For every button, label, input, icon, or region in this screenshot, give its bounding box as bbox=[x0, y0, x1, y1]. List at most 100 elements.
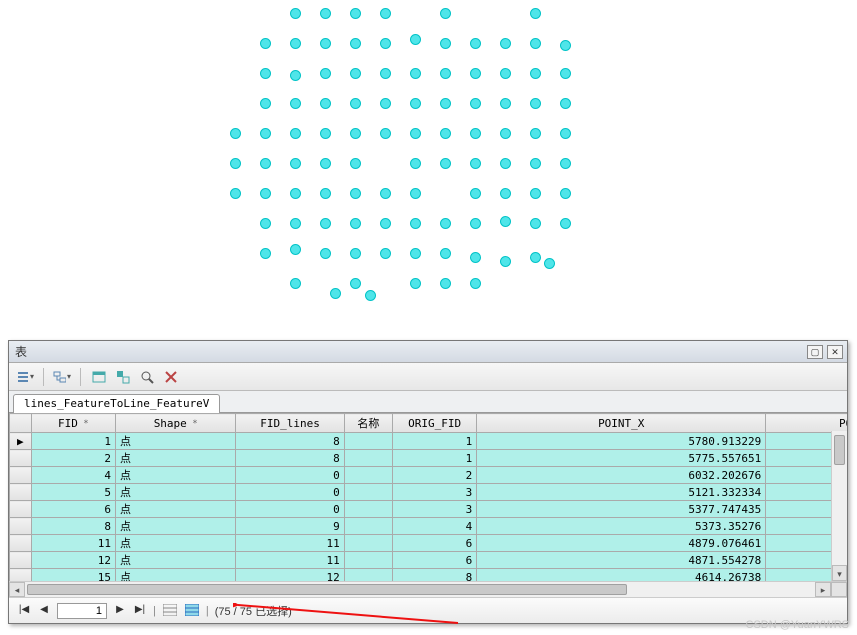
point-feature[interactable] bbox=[290, 8, 301, 19]
table-row[interactable]: 4点026032.20267647 bbox=[10, 467, 848, 484]
close-button[interactable]: ✕ bbox=[827, 345, 843, 359]
cell-fid[interactable]: 12 bbox=[31, 552, 115, 569]
point-feature[interactable] bbox=[260, 188, 271, 199]
point-feature[interactable] bbox=[530, 158, 541, 169]
point-feature[interactable] bbox=[530, 98, 541, 109]
point-feature[interactable] bbox=[350, 68, 361, 79]
point-feature[interactable] bbox=[530, 38, 541, 49]
point-feature[interactable] bbox=[350, 128, 361, 139]
cell-fid[interactable]: 15 bbox=[31, 569, 115, 582]
cell-orig_fid[interactable]: 8 bbox=[392, 569, 476, 582]
point-feature[interactable] bbox=[500, 128, 511, 139]
point-feature[interactable] bbox=[380, 248, 391, 259]
point-feature[interactable] bbox=[470, 38, 481, 49]
row-selector[interactable] bbox=[10, 467, 32, 484]
cell-fid_lines[interactable]: 12 bbox=[236, 569, 344, 582]
cell-orig_fid[interactable]: 2 bbox=[392, 467, 476, 484]
point-feature[interactable] bbox=[380, 68, 391, 79]
scroll-thumb[interactable] bbox=[27, 584, 627, 595]
point-feature[interactable] bbox=[320, 128, 331, 139]
column-header-fid[interactable]: FID * bbox=[31, 414, 115, 433]
point-feature[interactable] bbox=[470, 278, 481, 289]
point-feature[interactable] bbox=[350, 38, 361, 49]
point-feature[interactable] bbox=[560, 98, 571, 109]
point-feature[interactable] bbox=[230, 128, 241, 139]
cell-name[interactable] bbox=[344, 484, 392, 501]
point-feature[interactable] bbox=[350, 218, 361, 229]
point-feature[interactable] bbox=[500, 256, 511, 267]
cell-fid_lines[interactable]: 0 bbox=[236, 484, 344, 501]
point-feature[interactable] bbox=[350, 248, 361, 259]
point-feature[interactable] bbox=[290, 188, 301, 199]
column-header-name[interactable]: 名称 bbox=[344, 414, 392, 433]
point-feature[interactable] bbox=[290, 98, 301, 109]
select-by-attributes-icon[interactable] bbox=[89, 367, 109, 387]
point-feature[interactable] bbox=[530, 252, 541, 263]
point-feature[interactable] bbox=[440, 68, 451, 79]
column-header-point_y[interactable]: POINT_Y bbox=[766, 414, 847, 433]
point-feature[interactable] bbox=[470, 68, 481, 79]
point-feature[interactable] bbox=[260, 68, 271, 79]
cell-fid[interactable]: 2 bbox=[31, 450, 115, 467]
point-feature[interactable] bbox=[560, 68, 571, 79]
point-feature[interactable] bbox=[544, 258, 555, 269]
point-feature[interactable] bbox=[440, 38, 451, 49]
table-row[interactable]: 2点815775.55765146 bbox=[10, 450, 848, 467]
point-feature[interactable] bbox=[350, 158, 361, 169]
row-selector[interactable] bbox=[10, 552, 32, 569]
point-feature[interactable] bbox=[410, 34, 421, 45]
point-feature[interactable] bbox=[560, 218, 571, 229]
point-feature[interactable] bbox=[410, 278, 421, 289]
point-feature[interactable] bbox=[440, 158, 451, 169]
point-feature[interactable] bbox=[380, 98, 391, 109]
related-tables-icon[interactable] bbox=[52, 367, 72, 387]
point-feature[interactable] bbox=[470, 128, 481, 139]
point-feature[interactable] bbox=[500, 158, 511, 169]
cell-fid_lines[interactable]: 8 bbox=[236, 433, 344, 450]
cell-point_x[interactable]: 5377.747435 bbox=[477, 501, 766, 518]
point-feature[interactable] bbox=[410, 98, 421, 109]
point-feature[interactable] bbox=[260, 218, 271, 229]
column-header-fid_lines[interactable]: FID_lines bbox=[236, 414, 344, 433]
cell-fid_lines[interactable]: 9 bbox=[236, 518, 344, 535]
cell-point_x[interactable]: 5780.913229 bbox=[477, 433, 766, 450]
column-header-orig_fid[interactable]: ORIG_FID bbox=[392, 414, 476, 433]
point-feature[interactable] bbox=[380, 38, 391, 49]
table-row[interactable]: 5点035121.33233447 bbox=[10, 484, 848, 501]
point-feature[interactable] bbox=[560, 128, 571, 139]
point-feature[interactable] bbox=[350, 98, 361, 109]
zoom-selected-icon[interactable] bbox=[137, 367, 157, 387]
cell-name[interactable] bbox=[344, 518, 392, 535]
cell-orig_fid[interactable]: 3 bbox=[392, 501, 476, 518]
table-options-menu-icon[interactable] bbox=[15, 367, 35, 387]
cell-fid[interactable]: 5 bbox=[31, 484, 115, 501]
point-feature[interactable] bbox=[530, 188, 541, 199]
cell-fid_lines[interactable]: 0 bbox=[236, 467, 344, 484]
cell-shape[interactable]: 点 bbox=[115, 501, 235, 518]
point-feature[interactable] bbox=[365, 290, 376, 301]
cell-fid_lines[interactable]: 11 bbox=[236, 535, 344, 552]
point-feature[interactable] bbox=[410, 68, 421, 79]
point-feature[interactable] bbox=[500, 68, 511, 79]
cell-name[interactable] bbox=[344, 433, 392, 450]
column-header-shape[interactable]: Shape * bbox=[115, 414, 235, 433]
point-feature[interactable] bbox=[290, 278, 301, 289]
point-feature[interactable] bbox=[320, 218, 331, 229]
point-feature[interactable] bbox=[290, 158, 301, 169]
row-selector[interactable] bbox=[10, 501, 32, 518]
show-all-records-icon[interactable] bbox=[162, 604, 178, 618]
point-feature[interactable] bbox=[260, 248, 271, 259]
point-feature[interactable] bbox=[500, 216, 511, 227]
clear-selection-icon[interactable] bbox=[161, 367, 181, 387]
cell-fid[interactable]: 4 bbox=[31, 467, 115, 484]
cell-orig_fid[interactable]: 6 bbox=[392, 535, 476, 552]
point-feature[interactable] bbox=[560, 158, 571, 169]
cell-name[interactable] bbox=[344, 552, 392, 569]
point-feature[interactable] bbox=[320, 158, 331, 169]
cell-point_x[interactable]: 4871.554278 bbox=[477, 552, 766, 569]
column-header-point_x[interactable]: POINT_X bbox=[477, 414, 766, 433]
point-feature[interactable] bbox=[410, 188, 421, 199]
cell-point_x[interactable]: 5373.35276 bbox=[477, 518, 766, 535]
cell-name[interactable] bbox=[344, 535, 392, 552]
row-selector[interactable] bbox=[10, 518, 32, 535]
